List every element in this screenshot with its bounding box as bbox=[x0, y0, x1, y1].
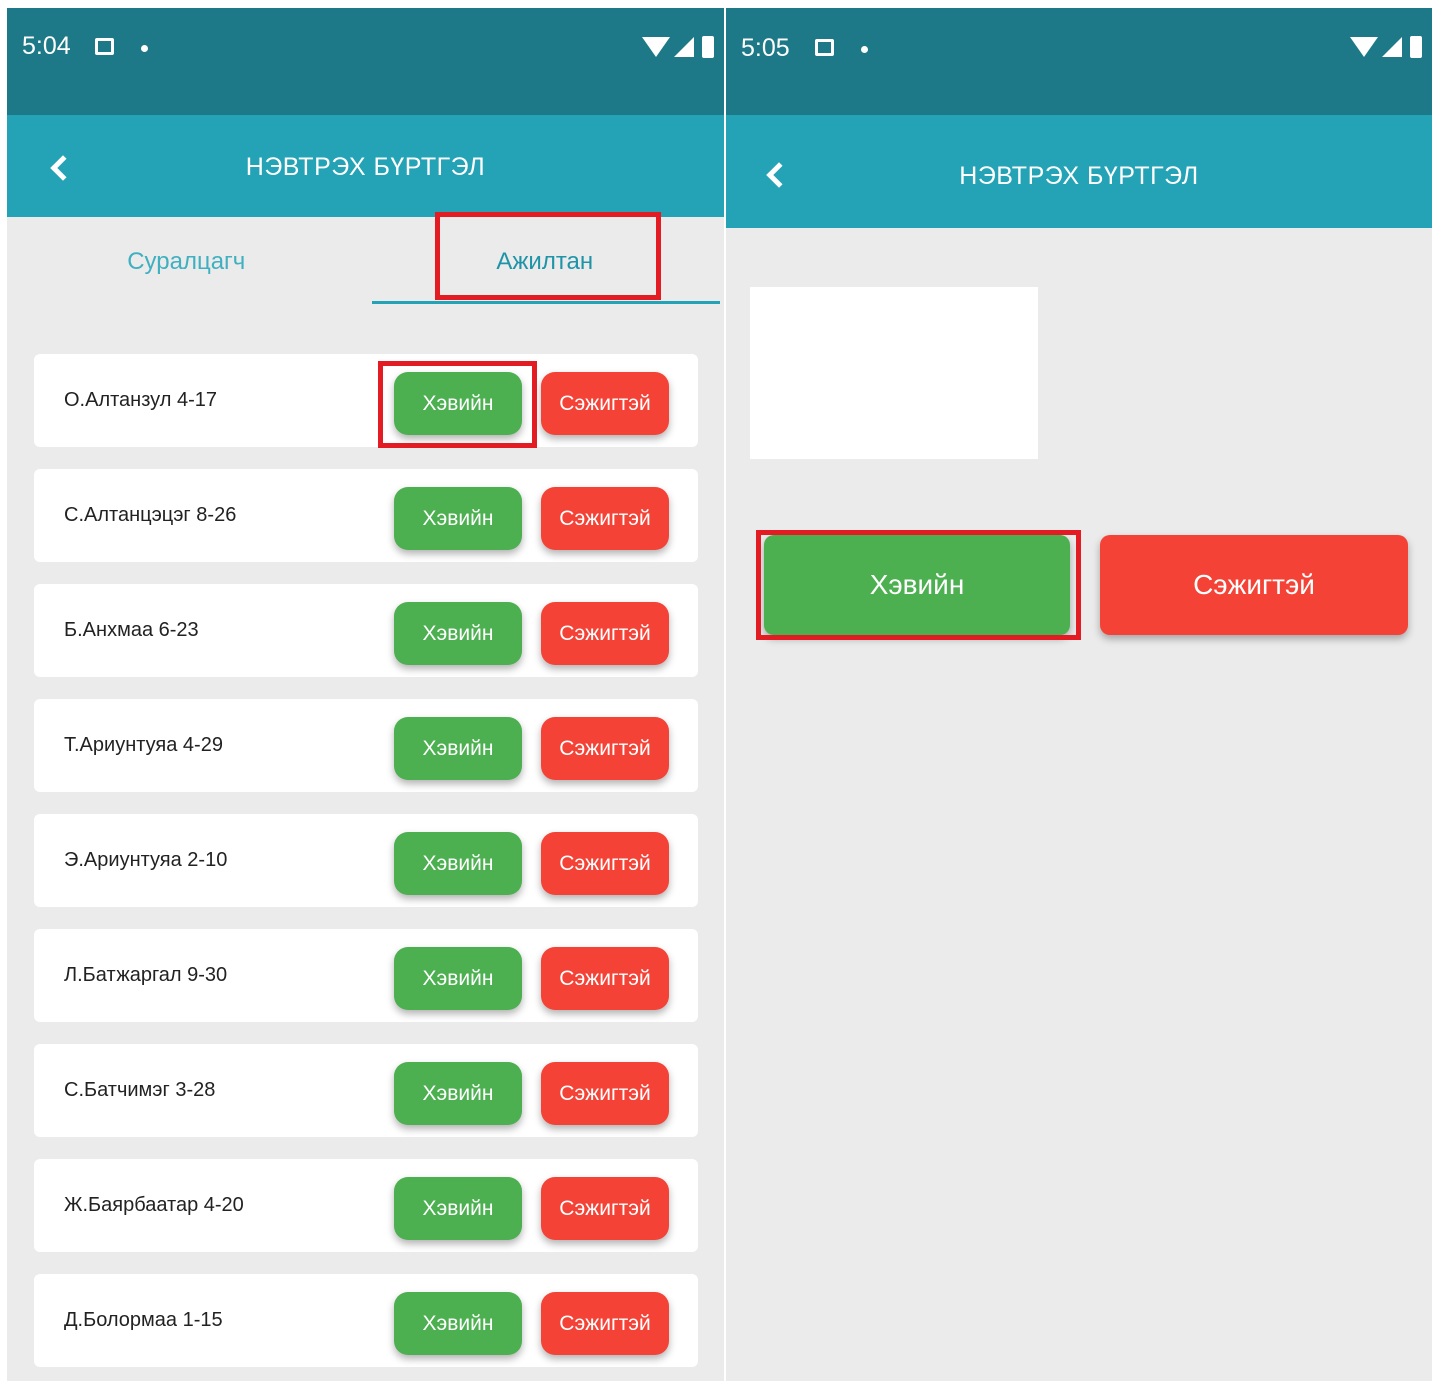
suspicious-button[interactable]: Сэжигтэй bbox=[541, 1177, 669, 1240]
list-item: Ж.Баярбаатар 4-20 Хэвийн Сэжигтэй bbox=[34, 1159, 698, 1252]
battery-icon bbox=[702, 36, 714, 58]
staff-name: Ж.Баярбаатар 4-20 bbox=[64, 1194, 244, 1216]
normal-button[interactable]: Хэвийн bbox=[394, 1292, 522, 1355]
page-title: НЭВТРЭХ БҮРТГЭЛ bbox=[959, 162, 1199, 190]
normal-button[interactable]: Хэвийн bbox=[394, 1062, 522, 1125]
suspicious-button[interactable]: Сэжигтэй bbox=[541, 372, 669, 435]
suspicious-button[interactable]: Сэжигтэй bbox=[541, 832, 669, 895]
status-bar: 5:05 bbox=[726, 8, 1432, 115]
tab-staff[interactable]: Ажилтан bbox=[366, 217, 725, 307]
list-item: С.Батчимэг 3-28 Хэвийн Сэжигтэй bbox=[34, 1044, 698, 1137]
normal-button[interactable]: Хэвийн bbox=[394, 487, 522, 550]
normal-button[interactable]: Хэвийн bbox=[394, 602, 522, 665]
suspicious-button[interactable]: Сэжигтэй bbox=[1100, 535, 1408, 635]
app-bar: НЭВТРЭХ БҮРТГЭЛ bbox=[726, 115, 1432, 228]
normal-button[interactable]: Хэвийн bbox=[394, 372, 522, 435]
suspicious-button[interactable]: Сэжигтэй bbox=[541, 1292, 669, 1355]
system-icons bbox=[1350, 36, 1422, 58]
tab-bar: Суралцагч Ажилтан bbox=[7, 217, 724, 307]
system-icons bbox=[642, 36, 714, 58]
status-select-screen: 5:05 НЭВТРЭХ БҮРТГЭЛ Хэвийн Сэжигтэй bbox=[726, 8, 1432, 1381]
list-item: Д.Болормаа 1-15 Хэвийн Сэжигтэй bbox=[34, 1274, 698, 1367]
staff-name: О.Алтанзул 4-17 bbox=[64, 389, 217, 411]
wifi-icon bbox=[1350, 37, 1378, 57]
notification-icon bbox=[95, 38, 114, 55]
list-item: Т.Ариунтуяа 4-29 Хэвийн Сэжигтэй bbox=[34, 699, 698, 792]
list-item: Б.Анхмаа 6-23 Хэвийн Сэжигтэй bbox=[34, 584, 698, 677]
staff-name: Л.Батжаргал 9-30 bbox=[64, 964, 228, 986]
suspicious-button[interactable]: Сэжигтэй bbox=[541, 947, 669, 1010]
tab-selected-indicator bbox=[372, 301, 720, 304]
list-item: С.Алтанцэцэг 8-26 Хэвийн Сэжигтэй bbox=[34, 469, 698, 562]
suspicious-button[interactable]: Сэжигтэй bbox=[541, 487, 669, 550]
signal-icon bbox=[674, 37, 694, 57]
notification-icon bbox=[815, 39, 834, 56]
suspicious-button[interactable]: Сэжигтэй bbox=[541, 602, 669, 665]
list-item: О.Алтанзул 4-17 Хэвийн Сэжигтэй bbox=[34, 354, 698, 447]
notification-dot-icon bbox=[141, 45, 148, 52]
suspicious-button[interactable]: Сэжигтэй bbox=[541, 717, 669, 780]
staff-name: Э.Ариунтуяа 2-10 bbox=[64, 849, 228, 871]
status-bar: 5:04 bbox=[7, 8, 724, 115]
tab-student[interactable]: Суралцагч bbox=[7, 217, 366, 307]
list-item: Э.Ариунтуяа 2-10 Хэвийн Сэжигтэй bbox=[34, 814, 698, 907]
app-bar: НЭВТРЭХ БҮРТГЭЛ bbox=[7, 115, 724, 217]
notification-dot-icon bbox=[861, 46, 868, 53]
list-item: Л.Батжаргал 9-30 Хэвийн Сэжигтэй bbox=[34, 929, 698, 1022]
blank-panel bbox=[750, 287, 1038, 459]
page-title: НЭВТРЭХ БҮРТГЭЛ bbox=[245, 153, 486, 181]
status-time: 5:04 bbox=[22, 32, 71, 60]
normal-button[interactable]: Хэвийн bbox=[394, 717, 522, 780]
normal-button[interactable]: Хэвийн bbox=[394, 832, 522, 895]
staff-name: Т.Ариунтуяа 4-29 bbox=[64, 734, 223, 756]
signal-icon bbox=[1382, 37, 1402, 57]
battery-icon bbox=[1410, 36, 1422, 58]
staff-name: Б.Анхмаа 6-23 bbox=[64, 619, 199, 641]
suspicious-button[interactable]: Сэжигтэй bbox=[541, 1062, 669, 1125]
staff-name: Д.Болормаа 1-15 bbox=[64, 1309, 223, 1331]
staff-list-screen: 5:04 НЭВТРЭХ БҮРТГЭЛ Суралцагч Ажилтан О… bbox=[7, 8, 724, 1381]
staff-name: С.Батчимэг 3-28 bbox=[64, 1079, 216, 1101]
normal-button[interactable]: Хэвийн bbox=[394, 947, 522, 1010]
wifi-icon bbox=[642, 37, 670, 57]
normal-button[interactable]: Хэвийн bbox=[764, 535, 1070, 635]
normal-button[interactable]: Хэвийн bbox=[394, 1177, 522, 1240]
status-time: 5:05 bbox=[741, 34, 790, 62]
staff-name: С.Алтанцэцэг 8-26 bbox=[64, 504, 237, 526]
stage: 5:04 НЭВТРЭХ БҮРТГЭЛ Суралцагч Ажилтан О… bbox=[0, 0, 1432, 1381]
staff-list: О.Алтанзул 4-17 Хэвийн Сэжигтэй С.Алтанц… bbox=[34, 354, 698, 1381]
